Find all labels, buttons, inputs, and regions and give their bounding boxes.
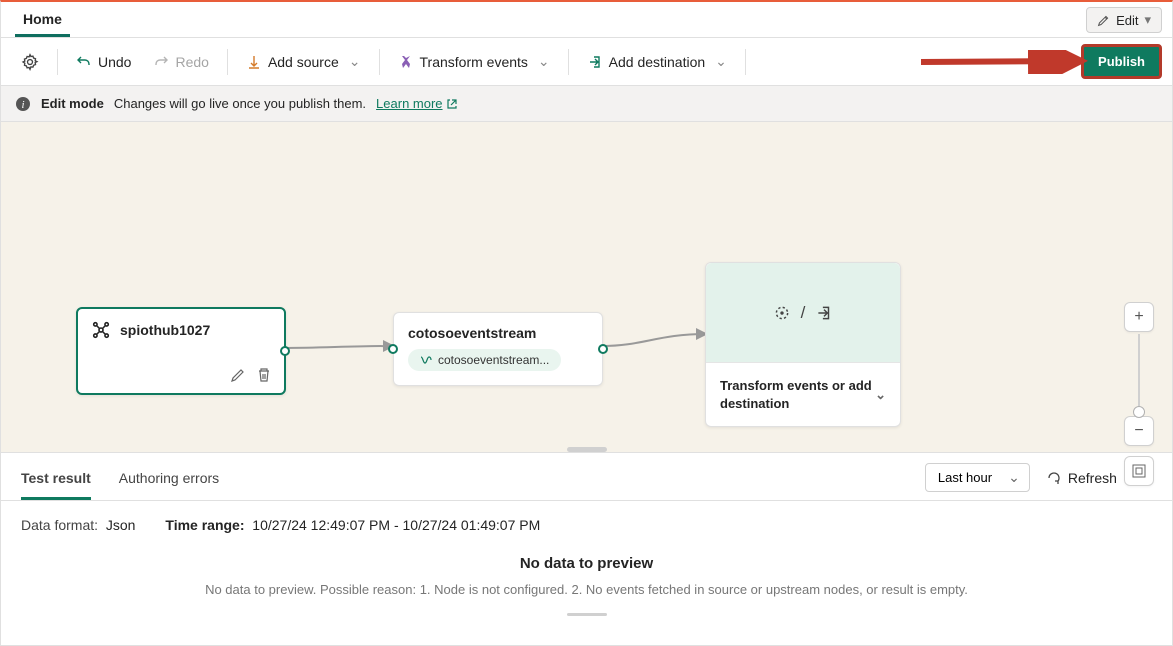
pencil-icon [1097, 14, 1110, 27]
zoom-in-button[interactable]: + [1124, 302, 1154, 332]
edit-mode-banner: i Edit mode Changes will go live once yo… [1, 86, 1172, 122]
settings-button[interactable] [11, 47, 49, 77]
undo-icon [76, 54, 92, 70]
preview-panel: Test result Authoring errors Last hour R… [1, 452, 1172, 632]
preview-tabs: Test result Authoring errors Last hour R… [1, 453, 1172, 501]
caret-down-icon: ▾ [1144, 12, 1151, 28]
add-destination-icon [587, 54, 603, 70]
chevron-down-icon[interactable]: ⌄ [875, 386, 886, 404]
zoom-fit-button[interactable] [1124, 456, 1154, 486]
info-icon: i [15, 96, 31, 112]
publish-button[interactable]: Publish [1081, 44, 1162, 79]
add-source-button[interactable]: Add source ⌄ [236, 47, 371, 76]
transform-label: Transform events [420, 54, 528, 70]
placeholder-label: Transform events or add destination [720, 377, 875, 412]
node-eventstream[interactable]: cotosoeventstream cotosoeventstream... [393, 312, 603, 386]
time-range-value: 10/27/24 12:49:07 PM - 10/27/24 01:49:07… [252, 517, 540, 533]
destination-placeholder-icon [815, 304, 833, 322]
data-format-label: Data format: [21, 517, 98, 533]
separator [379, 49, 380, 75]
toolbar: Undo Redo Add source ⌄ Transform events … [1, 38, 1172, 86]
node-stream-title: cotosoeventstream [408, 325, 588, 341]
undo-label: Undo [98, 54, 131, 70]
redo-button[interactable]: Redo [143, 48, 218, 76]
time-range-select[interactable]: Last hour [925, 463, 1030, 492]
redo-icon [153, 54, 169, 70]
time-range-label: Time range: [165, 517, 244, 533]
separator [57, 49, 58, 75]
placeholder-icons: / [706, 263, 900, 363]
node-source-title: spiothub1027 [120, 322, 210, 338]
node-source[interactable]: spiothub1027 [76, 307, 286, 395]
zoom-out-button[interactable]: − [1124, 416, 1154, 446]
add-source-icon [246, 54, 262, 70]
refresh-button[interactable]: Refresh [1046, 470, 1117, 486]
fit-icon [1132, 464, 1146, 478]
transform-placeholder-icon [773, 304, 791, 322]
delete-node-icon[interactable] [256, 367, 272, 383]
tab-test-result[interactable]: Test result [21, 458, 91, 500]
bottom-resize-handle[interactable] [567, 613, 607, 616]
edge-source-stream [281, 340, 399, 356]
chip-label: cotosoeventstream... [438, 353, 549, 367]
tab-authoring-errors[interactable]: Authoring errors [119, 458, 219, 500]
add-destination-button[interactable]: Add destination ⌄ [577, 47, 737, 76]
port-out[interactable] [598, 344, 608, 354]
edit-mode-message: Changes will go live once you publish th… [114, 96, 366, 111]
data-format-value: Json [106, 517, 136, 533]
tab-home[interactable]: Home [15, 3, 70, 37]
separator [568, 49, 569, 75]
stream-chip: cotosoeventstream... [408, 349, 561, 371]
add-source-label: Add source [268, 54, 339, 70]
slash-icon: / [801, 303, 806, 323]
transform-events-button[interactable]: Transform events ⌄ [388, 47, 560, 76]
gear-icon [21, 53, 39, 71]
node-placeholder[interactable]: / Transform events or add destination ⌄ [705, 262, 901, 427]
no-data-title: No data to preview [21, 555, 1152, 572]
chevron-down-icon: ⌄ [715, 53, 727, 70]
redo-label: Redo [175, 54, 208, 70]
edit-node-icon[interactable] [230, 367, 246, 383]
undo-button[interactable]: Undo [66, 48, 141, 76]
refresh-label: Refresh [1068, 470, 1117, 486]
svg-text:i: i [21, 99, 24, 111]
port-in[interactable] [388, 344, 398, 354]
ribbon-tab-bar: Home Edit ▾ [1, 2, 1172, 38]
separator [745, 49, 746, 75]
learn-more-link[interactable]: Learn more [376, 96, 457, 111]
zoom-thumb[interactable] [1133, 406, 1145, 418]
stream-icon [420, 354, 432, 366]
learn-more-label: Learn more [376, 96, 442, 111]
zoom-controls: + − [1124, 302, 1154, 486]
chevron-down-icon: ⌄ [538, 53, 550, 70]
chevron-down-icon: ⌄ [349, 53, 361, 70]
panel-resize-handle[interactable] [567, 447, 607, 452]
edge-stream-placeholder [598, 324, 714, 360]
transform-icon [398, 54, 414, 70]
port-out[interactable] [280, 346, 290, 356]
add-destination-label: Add destination [609, 54, 706, 70]
iothub-icon [92, 321, 110, 339]
edit-mode-label: Edit mode [41, 96, 104, 111]
edit-dropdown-button[interactable]: Edit ▾ [1086, 7, 1162, 33]
no-data-message: No data to preview. Possible reason: 1. … [21, 582, 1152, 597]
external-link-icon [446, 98, 458, 110]
refresh-icon [1046, 470, 1062, 486]
separator [227, 49, 228, 75]
canvas[interactable]: spiothub1027 cotosoeventstream cotosoeve… [1, 122, 1172, 452]
zoom-slider[interactable] [1138, 334, 1140, 414]
edit-label: Edit [1116, 13, 1138, 28]
